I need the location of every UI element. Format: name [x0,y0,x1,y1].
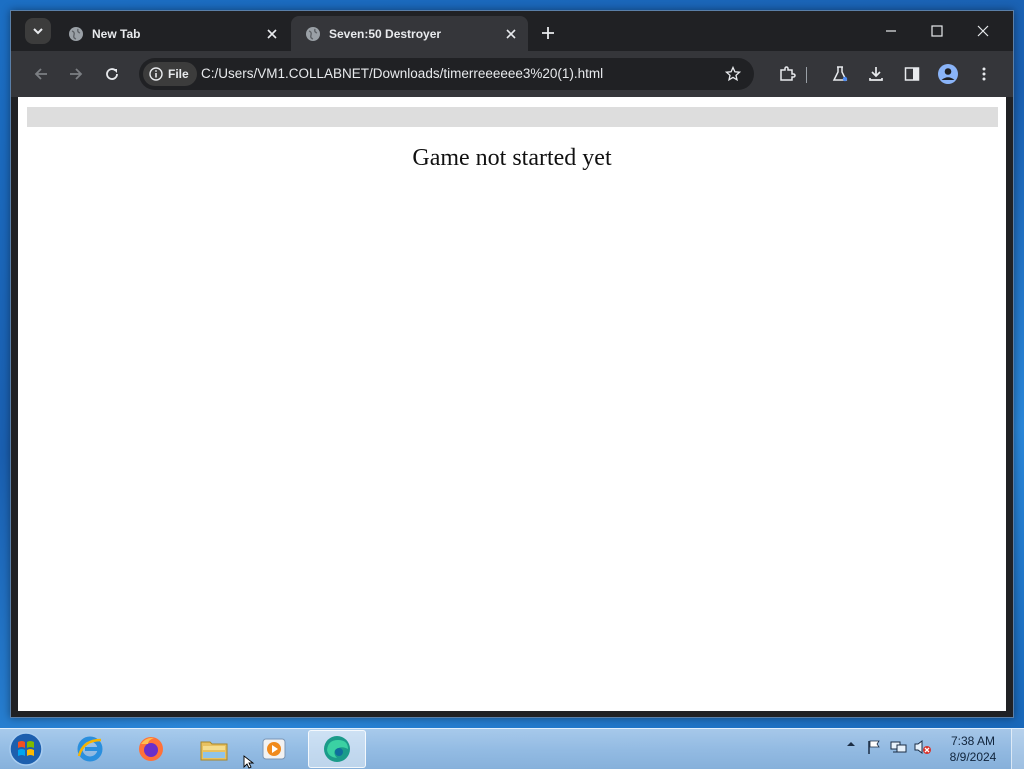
arrow-left-icon [34,68,47,80]
flag-icon [868,740,880,754]
edge-icon [324,736,350,762]
tab-search-button[interactable] [25,18,51,44]
side-panel-button[interactable] [898,60,926,88]
taskbar-internet-explorer[interactable] [62,730,118,768]
reload-button[interactable] [98,60,126,88]
toolbar-separator [806,67,807,83]
flask-icon [832,66,848,82]
tab-close-button[interactable] [263,25,281,43]
info-icon [149,67,163,81]
profile-button[interactable] [934,60,962,88]
close-icon [506,28,516,39]
mouse-cursor-icon [243,755,255,769]
volume-button[interactable] [914,739,932,755]
windows-orb-icon [9,732,43,766]
address-bar[interactable]: File C:/Users/VM1.COLLABNET/Downloads/ti… [139,58,754,90]
side-panel-icon [904,67,920,81]
bookmark-button[interactable] [722,63,744,85]
show-hidden-icons-button[interactable] [846,739,856,749]
maximize-button[interactable] [914,17,960,45]
downloads-button[interactable] [862,60,890,88]
taskbar-file-explorer[interactable] [186,730,242,768]
globe-icon [306,26,320,41]
labs-button[interactable] [826,60,854,88]
taskbar: 7:38 AM 8/9/2024 [0,728,1024,769]
forward-button[interactable] [62,60,90,88]
site-info-chip[interactable]: File [143,62,197,86]
taskbar-firefox[interactable] [123,730,179,768]
tab-seven50-destroyer[interactable]: Seven:50 Destroyer [291,16,528,51]
tab-close-button[interactable] [502,25,520,43]
close-window-button[interactable] [960,17,1006,45]
clock-date: 8/9/2024 [949,750,997,764]
taskbar-edge[interactable] [308,730,366,768]
reload-icon [106,68,118,80]
close-icon [267,28,277,39]
maximize-icon [931,25,943,37]
chevron-up-icon [847,742,855,746]
action-center-button[interactable] [866,739,882,755]
url-text[interactable]: C:/Users/VM1.COLLABNET/Downloads/timerre… [201,66,603,81]
network-button[interactable] [890,739,908,755]
more-vertical-icon [982,67,986,81]
puzzle-icon [780,66,796,81]
clock-time: 7:38 AM [950,734,996,748]
minimize-icon [886,30,896,32]
star-icon [725,66,741,82]
start-button[interactable] [6,730,46,768]
progress-bar [27,107,998,127]
chevron-down-icon [33,28,43,35]
tab-title: Seven:50 Destroyer [329,26,442,41]
tab-title: New Tab [92,26,141,41]
clock[interactable]: 7:38 AM 8/9/2024 [940,733,1006,765]
page-content: Game not started yet [18,97,1006,711]
show-desktop-button[interactable] [1011,729,1024,769]
internet-explorer-icon [77,736,103,762]
browser-window: New Tab Seven:50 Destroyer File C:/Users… [10,10,1014,718]
tab-strip: New Tab Seven:50 Destroyer [11,11,1013,51]
firefox-icon [139,737,163,761]
avatar-icon [938,64,958,84]
arrow-right-icon [70,68,83,80]
plus-icon [542,27,554,39]
globe-icon [69,26,83,41]
minimize-button[interactable] [868,17,914,45]
file-explorer-icon [200,741,228,761]
download-icon [869,67,883,81]
tab-new-tab[interactable]: New Tab [54,16,289,51]
speaker-muted-icon [914,740,931,754]
new-tab-button[interactable] [538,23,558,43]
extensions-button[interactable] [773,60,801,88]
menu-button[interactable] [970,60,998,88]
site-info-label: File [168,67,189,81]
back-button[interactable] [27,60,55,88]
network-icon [890,741,907,753]
game-status-text: Game not started yet [412,145,612,171]
close-icon [977,25,989,37]
media-player-icon [262,738,286,760]
browser-toolbar: File C:/Users/VM1.COLLABNET/Downloads/ti… [11,51,1013,97]
